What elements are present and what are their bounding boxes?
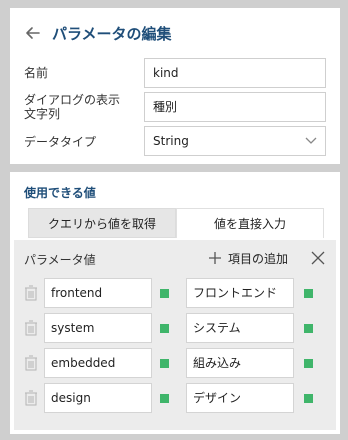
trash-icon[interactable] [24, 285, 38, 301]
label-status-indicator [304, 359, 313, 368]
parameter-values-list: パラメータ値 項目の追加 frontend フロントエンド system システ… [14, 240, 336, 430]
list-item: embedded 組み込み [22, 348, 324, 378]
label-status-indicator [304, 324, 313, 333]
chevron-down-icon [305, 137, 317, 144]
page-title: パラメータの編集 [52, 24, 172, 43]
list-item: design デザイン [22, 383, 324, 413]
tab-query-values[interactable]: クエリから値を取得 [28, 208, 176, 238]
value-source-tabs: クエリから値を取得 値を直接入力 [28, 208, 324, 238]
datatype-select-value: String [153, 134, 189, 148]
value-status-indicator [160, 289, 169, 298]
item-value-input[interactable]: system [44, 313, 152, 343]
value-status-indicator [160, 324, 169, 333]
value-status-indicator [160, 394, 169, 403]
add-item-button[interactable]: 項目の追加 [208, 248, 288, 268]
name-label: 名前 [24, 66, 49, 80]
arrow-left-icon[interactable] [24, 24, 42, 42]
close-icon[interactable] [310, 250, 326, 266]
datatype-label: データタイプ [24, 135, 97, 149]
label-status-indicator [304, 289, 313, 298]
trash-icon[interactable] [24, 320, 38, 336]
display-string-row: ダイアログの表示 文字列 種別 [24, 92, 326, 122]
datatype-row: データタイプ String [24, 126, 326, 156]
name-row: 名前 kind [24, 58, 326, 88]
display-string-label-line1: ダイアログの表示 [24, 93, 121, 107]
tab-direct-input[interactable]: 値を直接入力 [176, 208, 324, 238]
item-value-input[interactable]: design [44, 383, 152, 413]
item-label-input[interactable]: フロントエンド [186, 278, 294, 308]
name-field[interactable]: kind [144, 58, 326, 88]
plus-icon [209, 252, 221, 264]
item-label-input[interactable]: デザイン [186, 383, 294, 413]
list-item: system システム [22, 313, 324, 343]
list-item: frontend フロントエンド [22, 278, 324, 308]
item-value-input[interactable]: frontend [44, 278, 152, 308]
available-values-panel: 使用できる値 クエリから値を取得 値を直接入力 パラメータ値 項目の追加 fro… [10, 172, 340, 434]
display-string-label: ダイアログの表示 文字列 [24, 93, 120, 121]
list-header: パラメータ値 項目の追加 [24, 248, 326, 268]
display-string-label-line2: 文字列 [24, 107, 61, 121]
label-status-indicator [304, 394, 313, 403]
parameter-edit-panel: パラメータの編集 名前 kind ダイアログの表示 文字列 種別 データタイプ S… [10, 8, 340, 164]
trash-icon[interactable] [24, 390, 38, 406]
add-item-label: 項目の追加 [228, 251, 289, 266]
item-value-input[interactable]: embedded [44, 348, 152, 378]
datatype-select[interactable]: String [144, 126, 326, 156]
parameter-values-label: パラメータ値 [24, 253, 96, 267]
item-label-input[interactable]: 組み込み [186, 348, 294, 378]
value-status-indicator [160, 359, 169, 368]
available-values-title: 使用できる値 [24, 186, 96, 200]
panel-header: パラメータの編集 [24, 24, 172, 43]
display-string-field[interactable]: 種別 [144, 92, 326, 122]
item-label-input[interactable]: システム [186, 313, 294, 343]
trash-icon[interactable] [24, 355, 38, 371]
